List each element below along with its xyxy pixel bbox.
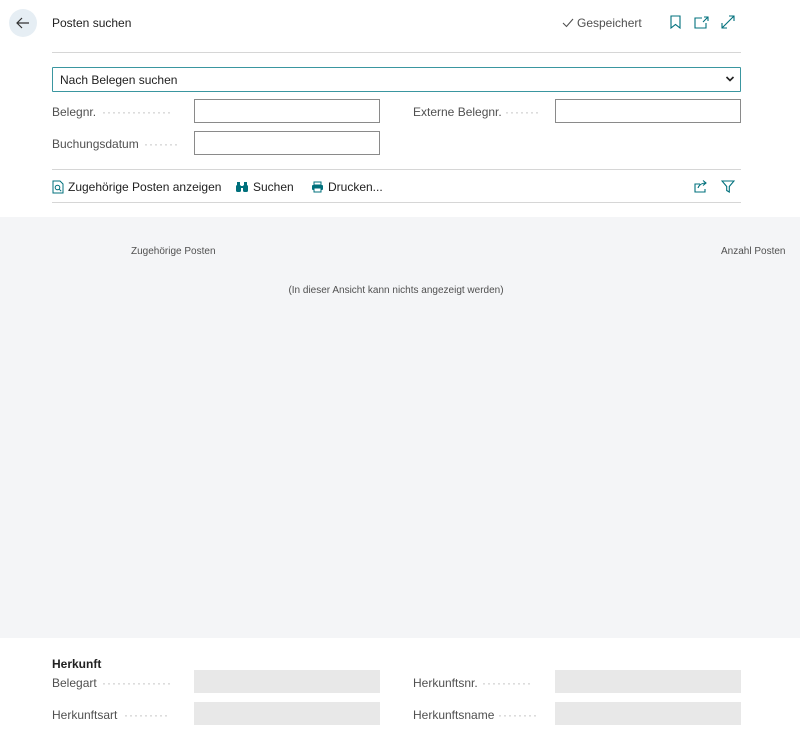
document-search-icon [52, 180, 64, 194]
belegart-value [194, 670, 380, 693]
open-new-window-icon [693, 15, 709, 29]
herkunftsart-dots: ········· [124, 708, 169, 722]
belegnr-dots: ·············· [102, 105, 172, 119]
column-header-entry-count[interactable]: Anzahl Posten [721, 246, 786, 257]
buchungsdatum-input[interactable] [194, 131, 380, 155]
externe-belegnr-input[interactable] [555, 99, 741, 123]
arrow-left-icon [16, 17, 29, 29]
herkunftsname-value [555, 702, 741, 725]
herkunftsname-label: Herkunftsname [413, 708, 495, 722]
empty-list-message: (In dieser Ansicht kann nichts angezeigt… [288, 285, 504, 296]
back-button[interactable] [9, 9, 37, 37]
herkunftsnr-value [555, 670, 741, 693]
expand-button[interactable] [720, 14, 736, 30]
buchungsdatum-dots: ······· [144, 137, 179, 151]
entries-list [0, 217, 800, 638]
belegnr-label: Belegnr. [52, 105, 97, 119]
checkmark-icon [562, 18, 574, 28]
search-button[interactable]: Suchen [235, 180, 294, 194]
herkunftsnr-dots: ·········· [482, 676, 532, 690]
bookmark-icon [669, 15, 681, 29]
externe-belegnr-dots: ······· [505, 105, 540, 119]
header-divider [52, 52, 741, 53]
search-label: Suchen [253, 180, 294, 194]
action-bar-top-divider [52, 169, 741, 170]
print-label: Drucken... [328, 180, 383, 194]
herkunftsart-label: Herkunftsart [52, 708, 118, 722]
belegart-dots: ·············· [102, 676, 172, 690]
show-related-entries-label: Zugehörige Posten anzeigen [68, 180, 222, 194]
belegart-label: Belegart [52, 676, 97, 690]
show-related-entries-button[interactable]: Zugehörige Posten anzeigen [52, 180, 221, 194]
herkunftsart-value [194, 702, 380, 725]
saved-label: Gespeichert [577, 16, 642, 30]
externe-belegnr-label: Externe Belegnr. [413, 105, 502, 119]
search-mode-select[interactable]: Nach Belegen suchen [52, 67, 741, 92]
bookmark-button[interactable] [667, 14, 683, 30]
open-new-window-button[interactable] [693, 14, 709, 30]
buchungsdatum-label: Buchungsdatum [52, 137, 139, 151]
origin-section-title: Herkunft [52, 657, 102, 671]
share-icon [694, 179, 707, 193]
filter-icon [721, 179, 735, 193]
saved-status: Gespeichert [562, 16, 642, 30]
binoculars-icon [236, 182, 248, 192]
herkunftsnr-label: Herkunftsnr. [413, 676, 478, 690]
search-mode-value: Nach Belegen suchen [60, 72, 178, 87]
chevron-down-icon [725, 76, 735, 82]
herkunftsname-dots: ········ [498, 708, 538, 722]
share-button[interactable] [693, 178, 709, 194]
column-header-related-entries[interactable]: Zugehörige Posten [131, 246, 216, 257]
filter-button[interactable] [720, 178, 736, 194]
printer-icon [312, 181, 323, 193]
expand-icon [721, 15, 735, 29]
action-bar-bottom-divider [52, 202, 741, 203]
belegnr-input[interactable] [194, 99, 380, 123]
print-button[interactable]: Drucken... [311, 180, 383, 194]
page-title: Posten suchen [52, 16, 132, 30]
